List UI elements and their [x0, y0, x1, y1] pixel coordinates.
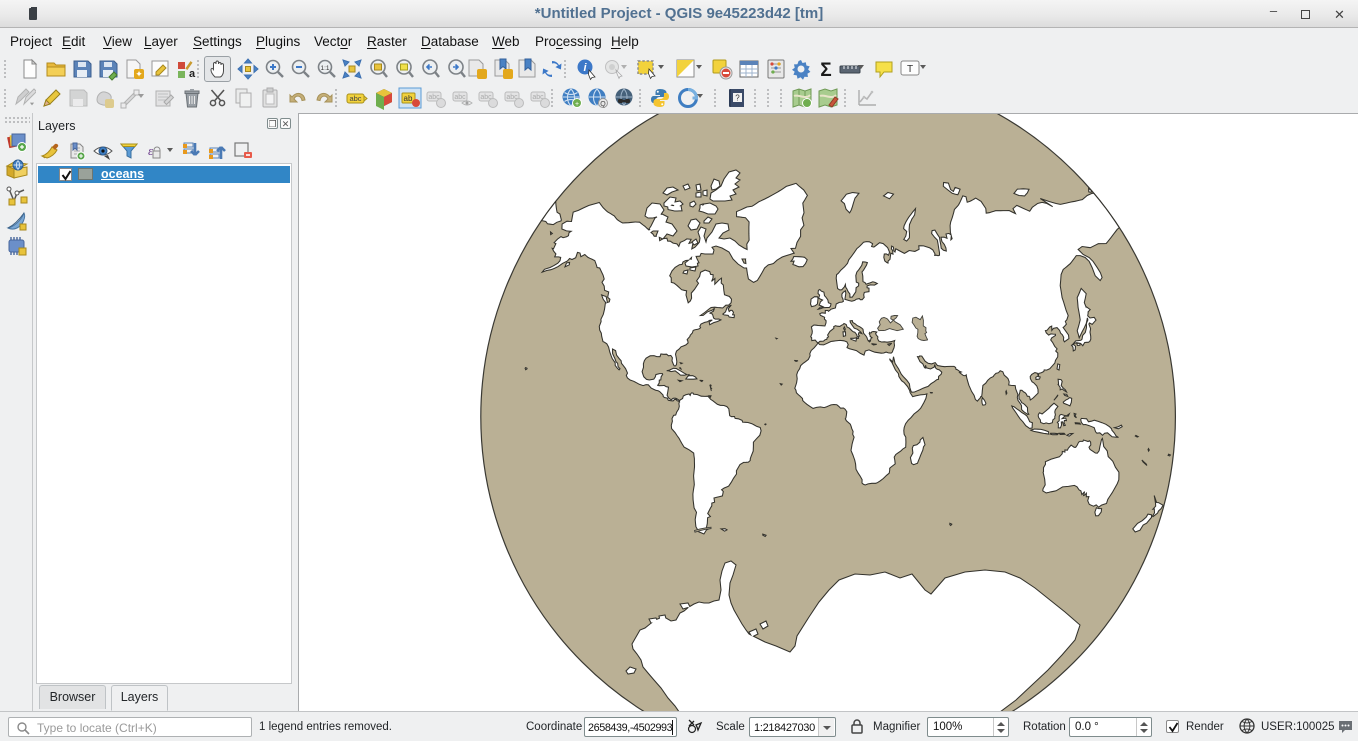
svg-text:✦: ✦: [135, 69, 143, 79]
svg-text:ab: ab: [404, 94, 413, 103]
svg-text:abc: abc: [349, 94, 361, 103]
svg-text:+: +: [575, 101, 579, 108]
svg-text:a: a: [189, 68, 196, 80]
svg-text:1:1: 1:1: [320, 65, 329, 72]
svg-text:Σ: Σ: [820, 60, 831, 81]
svg-text:abc: abc: [454, 94, 466, 101]
svg-text:T: T: [907, 64, 913, 75]
svg-text:Q: Q: [600, 101, 606, 108]
svg-text:?: ?: [735, 94, 740, 103]
